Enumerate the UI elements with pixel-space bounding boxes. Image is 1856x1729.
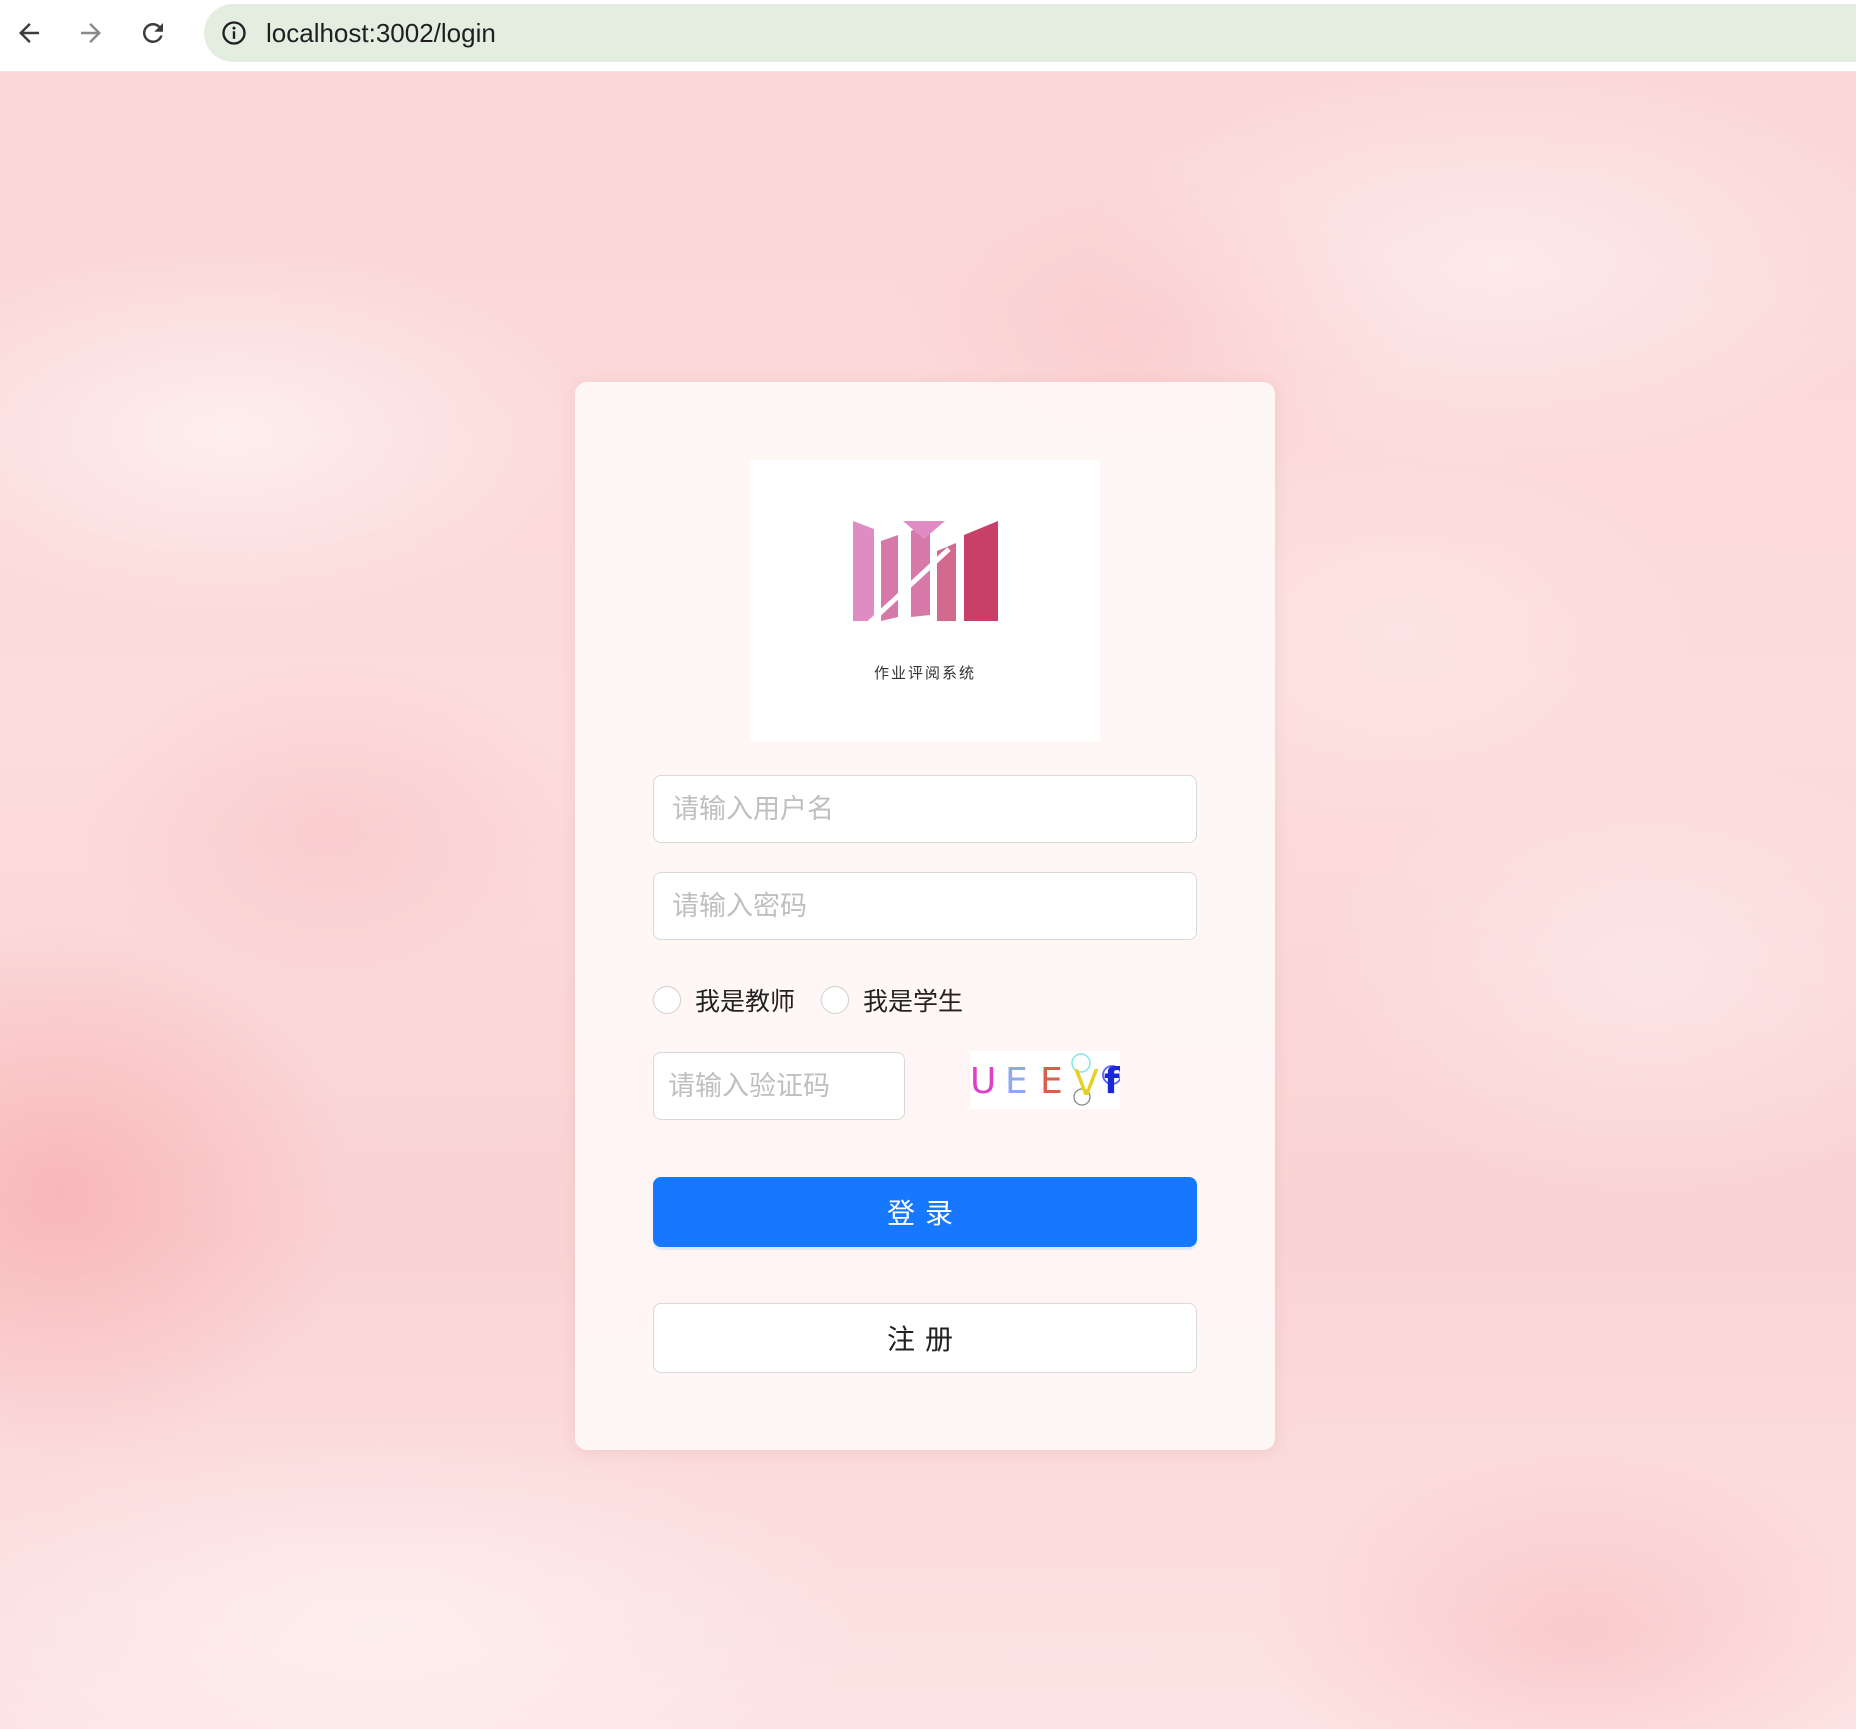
captcha-char: E bbox=[1005, 1061, 1028, 1102]
login-button[interactable]: 登录 bbox=[653, 1177, 1197, 1247]
system-name: 作业评阅系统 bbox=[873, 664, 976, 682]
browser-toolbar: localhost:3002/login bbox=[0, 0, 1856, 72]
role-student-label[interactable]: 我是学生 bbox=[863, 982, 963, 1018]
captcha-char: U bbox=[970, 1061, 996, 1102]
forward-button[interactable] bbox=[66, 8, 116, 58]
password-input[interactable] bbox=[653, 872, 1197, 940]
register-button[interactable]: 注册 bbox=[653, 1303, 1197, 1373]
role-radio-group: 我是教师 我是学生 bbox=[653, 980, 989, 1020]
address-bar[interactable]: localhost:3002/login bbox=[204, 4, 1856, 62]
url-text[interactable]: localhost:3002/login bbox=[266, 17, 496, 49]
logo-mark-icon bbox=[853, 521, 998, 621]
captcha-input[interactable] bbox=[653, 1052, 905, 1120]
arrow-left-icon bbox=[19, 23, 39, 43]
captcha-char: E bbox=[1040, 1061, 1063, 1102]
reload-button[interactable] bbox=[128, 8, 178, 58]
captcha-svg: U E E V f bbox=[970, 1053, 1122, 1106]
info-icon bbox=[222, 21, 246, 45]
role-teacher-radio[interactable]: 我是教师 bbox=[653, 982, 795, 1018]
back-button[interactable] bbox=[4, 8, 54, 58]
captcha-image[interactable]: U E E V f bbox=[970, 1051, 1122, 1109]
radio-circle-icon[interactable] bbox=[821, 986, 850, 1014]
site-info-button[interactable] bbox=[212, 11, 256, 55]
role-student-radio[interactable]: 我是学生 bbox=[821, 982, 963, 1018]
role-teacher-label[interactable]: 我是教师 bbox=[695, 982, 795, 1018]
login-card: 作业评阅系统 我是教师 我是学生 U E E V f 登录 注册 bbox=[575, 382, 1275, 1450]
reload-icon bbox=[142, 22, 163, 43]
arrow-right-icon bbox=[81, 23, 101, 43]
captcha-char: V bbox=[1074, 1063, 1099, 1104]
logo: 作业评阅系统 bbox=[750, 460, 1100, 742]
captcha-char: f bbox=[1104, 1061, 1120, 1102]
username-input[interactable] bbox=[653, 775, 1197, 843]
radio-circle-icon[interactable] bbox=[653, 986, 681, 1014]
